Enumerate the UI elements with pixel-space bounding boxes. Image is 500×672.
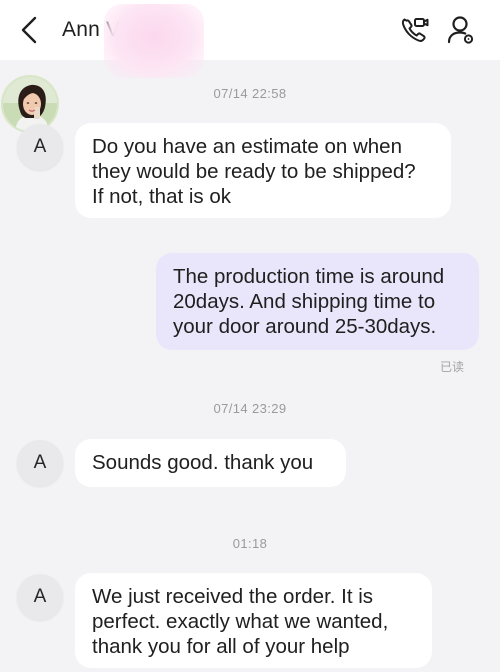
message-timestamp: 01:18 (232, 536, 268, 551)
incoming-message-bubble[interactable]: Sounds good. thank you (75, 439, 346, 487)
chat-screen: Ann V 07/14 22:58 A Do you have an estim… (0, 0, 500, 672)
contact-profile-button[interactable] (446, 14, 476, 46)
incoming-message-bubble[interactable]: We just received the order. It is perfec… (75, 573, 432, 668)
contact-avatar-photo[interactable] (1, 75, 59, 133)
incoming-message-bubble[interactable]: Do you have an estimate on when they wou… (75, 123, 451, 218)
video-call-icon (401, 18, 429, 42)
sender-avatar[interactable]: A (17, 574, 63, 620)
sender-avatar[interactable]: A (17, 124, 63, 170)
message-timestamp: 07/14 23:29 (213, 401, 287, 416)
video-call-button[interactable] (398, 14, 430, 46)
user-settings-icon (447, 16, 474, 44)
chevron-left-icon (21, 16, 37, 44)
sender-avatar[interactable]: A (17, 440, 63, 486)
outgoing-message-bubble[interactable]: The production time is around 20days. An… (156, 253, 479, 350)
back-button[interactable] (14, 14, 46, 46)
message-timestamp: 07/14 22:58 (213, 86, 287, 101)
name-redaction-blur (104, 4, 204, 78)
read-status-label: 已读 (440, 360, 465, 374)
chat-header: Ann V (0, 0, 500, 78)
